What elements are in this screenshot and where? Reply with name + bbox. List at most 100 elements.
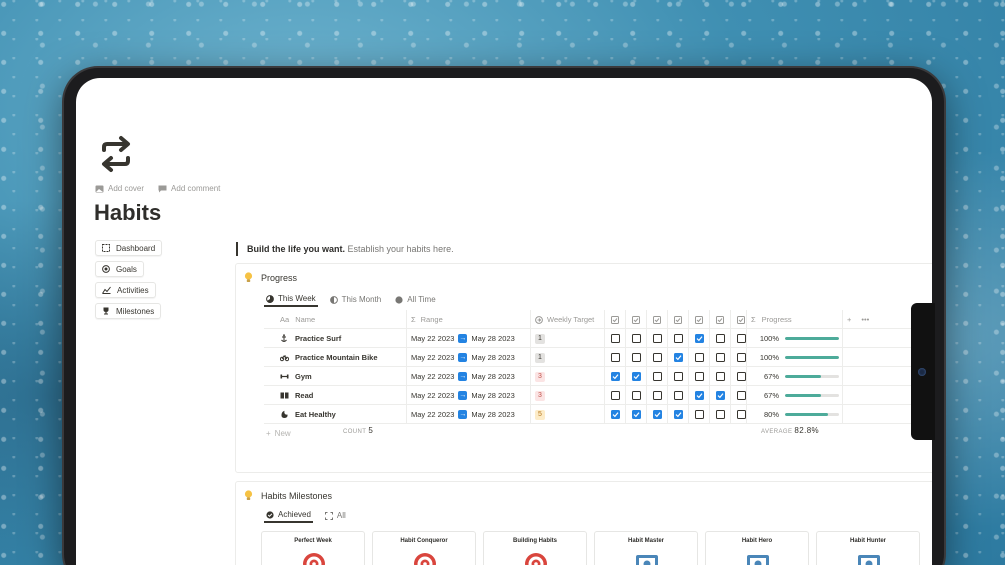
- day-checkbox[interactable]: [652, 410, 662, 419]
- more-options-button[interactable]: •••: [861, 315, 869, 324]
- cell-weekly-target[interactable]: 3: [530, 386, 604, 405]
- tab-this-month[interactable]: This Month: [328, 292, 384, 307]
- day-checkbox[interactable]: [631, 410, 641, 419]
- day-checkbox[interactable]: [673, 391, 683, 400]
- cell-range[interactable]: May 22 2023 → May 28 2023: [406, 405, 530, 424]
- day-checkbox[interactable]: [631, 353, 641, 362]
- repeat-arrows-icon[interactable]: [96, 134, 136, 174]
- cell-name[interactable]: Gym: [264, 367, 406, 386]
- tab-all-time[interactable]: All Time: [393, 292, 437, 307]
- target-badge: 3: [535, 371, 545, 382]
- day-checkbox[interactable]: [610, 372, 620, 381]
- cell-weekly-target[interactable]: 3: [530, 367, 604, 386]
- day-checkbox[interactable]: [673, 372, 683, 381]
- column-header-day[interactable]: [604, 310, 625, 329]
- day-checkbox[interactable]: [673, 334, 683, 343]
- day-checkbox[interactable]: [631, 334, 641, 343]
- column-header-day[interactable]: [709, 310, 730, 329]
- column-header-name[interactable]: Aa Name: [264, 310, 406, 329]
- cell-name[interactable]: Practice Surf: [264, 329, 406, 348]
- milestone-card[interactable]: Habit Master: [594, 531, 698, 565]
- cell-progress[interactable]: 100%: [746, 348, 842, 367]
- cell-day: [646, 348, 667, 367]
- cell-progress[interactable]: 67%: [746, 386, 842, 405]
- day-checkbox[interactable]: [736, 334, 746, 343]
- tab-label: All Time: [407, 295, 436, 304]
- column-header-day[interactable]: [625, 310, 646, 329]
- day-checkbox[interactable]: [715, 391, 725, 400]
- checkbox-type-icon: [737, 315, 745, 324]
- average-summary[interactable]: AVERAGE 82.8%: [761, 426, 819, 435]
- day-checkbox[interactable]: [652, 334, 662, 343]
- milestone-card[interactable]: Building Habits: [483, 531, 587, 565]
- day-checkbox[interactable]: [610, 410, 620, 419]
- nav-activities-button[interactable]: Activities: [95, 282, 156, 298]
- cell-weekly-target[interactable]: 1: [530, 329, 604, 348]
- add-column-button[interactable]: +: [847, 315, 851, 324]
- day-checkbox[interactable]: [673, 353, 683, 362]
- tab-this-week[interactable]: This Week: [264, 292, 318, 307]
- cell-name[interactable]: Eat Healthy: [264, 405, 406, 424]
- day-checkbox[interactable]: [715, 372, 725, 381]
- table-row[interactable]: Practice Mountain Bike May 22 2023 → May 28…: [264, 348, 932, 367]
- day-checkbox[interactable]: [715, 353, 725, 362]
- milestone-card[interactable]: Perfect Week: [261, 531, 365, 565]
- cell-range[interactable]: May 22 2023 → May 28 2023: [406, 367, 530, 386]
- day-checkbox[interactable]: [715, 410, 725, 419]
- day-checkbox[interactable]: [736, 372, 746, 381]
- cell-range[interactable]: May 22 2023 → May 28 2023: [406, 329, 530, 348]
- chart-icon: [102, 286, 111, 294]
- day-checkbox[interactable]: [694, 353, 704, 362]
- cell-empty: [842, 348, 882, 367]
- cell-weekly-target[interactable]: 5: [530, 405, 604, 424]
- day-checkbox[interactable]: [652, 353, 662, 362]
- day-checkbox[interactable]: [652, 391, 662, 400]
- add-cover-button[interactable]: Add cover: [95, 184, 144, 193]
- add-comment-button[interactable]: Add comment: [158, 184, 220, 193]
- column-header-day[interactable]: [667, 310, 688, 329]
- table-row[interactable]: Practice Surf May 22 2023 → May 28 2023 1 100…: [264, 329, 932, 348]
- arrow-right-icon: →: [458, 410, 468, 419]
- cell-range[interactable]: May 22 2023 → May 28 2023: [406, 348, 530, 367]
- cell-progress[interactable]: 100%: [746, 329, 842, 348]
- day-checkbox[interactable]: [673, 410, 683, 419]
- tab-all[interactable]: All: [323, 508, 348, 523]
- day-checkbox[interactable]: [736, 391, 746, 400]
- day-checkbox[interactable]: [736, 410, 746, 419]
- full-circle-icon: [395, 295, 403, 304]
- day-checkbox[interactable]: [610, 334, 620, 343]
- cell-weekly-target[interactable]: 1: [530, 348, 604, 367]
- column-header-day[interactable]: [688, 310, 709, 329]
- day-checkbox[interactable]: [610, 391, 620, 400]
- day-checkbox[interactable]: [715, 334, 725, 343]
- table-row[interactable]: Gym May 22 2023 → May 28 2023 3 67%: [264, 367, 932, 386]
- table-row[interactable]: Read May 22 2023 → May 28 2023 3 67%: [264, 386, 932, 405]
- milestone-card[interactable]: Habit Conqueror: [372, 531, 476, 565]
- column-header-progress[interactable]: Σ Progress: [746, 310, 842, 329]
- column-header-day[interactable]: [646, 310, 667, 329]
- day-checkbox[interactable]: [694, 372, 704, 381]
- column-header-range[interactable]: Σ Range: [406, 310, 530, 329]
- cell-name[interactable]: Read: [264, 386, 406, 405]
- table-row[interactable]: Eat Healthy May 22 2023 → May 28 2023 5 80%: [264, 405, 932, 424]
- day-checkbox[interactable]: [736, 353, 746, 362]
- nav-milestones-button[interactable]: Milestones: [95, 303, 162, 319]
- column-header-target[interactable]: Weekly Target: [530, 310, 604, 329]
- day-checkbox[interactable]: [631, 372, 641, 381]
- cell-name[interactable]: Practice Mountain Bike: [264, 348, 406, 367]
- milestone-card[interactable]: Habit Hero: [705, 531, 809, 565]
- day-checkbox[interactable]: [694, 334, 704, 343]
- day-checkbox[interactable]: [610, 353, 620, 362]
- nav-goals-button[interactable]: Goals: [95, 261, 144, 277]
- day-checkbox[interactable]: [652, 372, 662, 381]
- cell-progress[interactable]: 67%: [746, 367, 842, 386]
- day-checkbox[interactable]: [694, 391, 704, 400]
- day-checkbox[interactable]: [694, 410, 704, 419]
- nav-dashboard-button[interactable]: Dashboard: [95, 240, 163, 256]
- tab-achieved[interactable]: Achieved: [264, 508, 313, 523]
- count-summary[interactable]: COUNT 5: [343, 426, 373, 435]
- cell-progress[interactable]: 80%: [746, 405, 842, 424]
- day-checkbox[interactable]: [631, 391, 641, 400]
- milestone-card[interactable]: Habit Hunter: [816, 531, 920, 565]
- cell-range[interactable]: May 22 2023 → May 28 2023: [406, 386, 530, 405]
